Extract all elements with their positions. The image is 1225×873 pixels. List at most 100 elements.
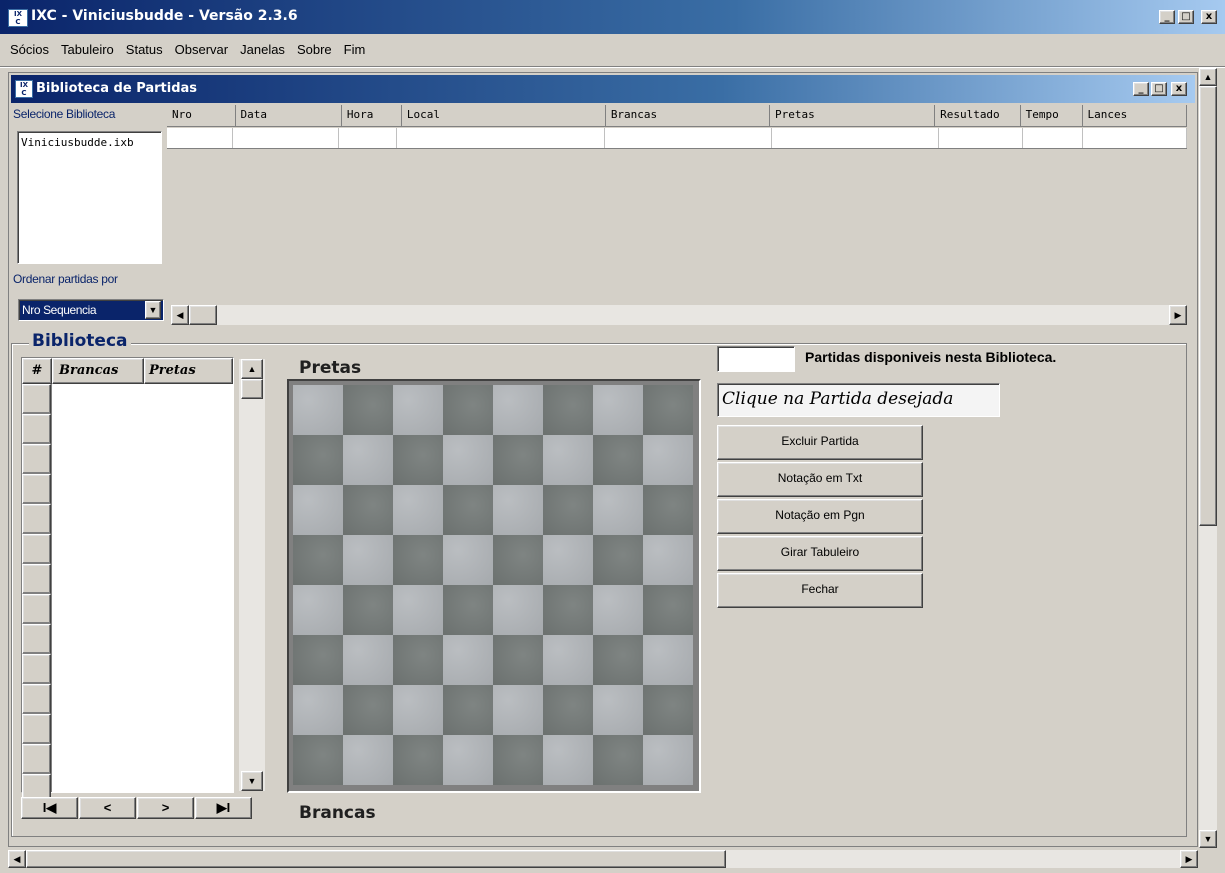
board-square-g5[interactable] xyxy=(593,535,643,585)
board-square-c7[interactable] xyxy=(393,435,443,485)
board-square-a4[interactable] xyxy=(293,585,343,635)
board-square-e3[interactable] xyxy=(493,635,543,685)
h-scroll-thumb[interactable] xyxy=(189,305,217,325)
board-square-d4[interactable] xyxy=(443,585,493,635)
scroll-right-button[interactable]: ▶ xyxy=(1180,850,1198,868)
scroll-right-button[interactable]: ▶ xyxy=(1169,305,1187,325)
table-row[interactable] xyxy=(22,444,51,474)
grid-col-pretas[interactable]: Pretas xyxy=(144,358,233,384)
board-square-c2[interactable] xyxy=(393,685,443,735)
board-square-b3[interactable] xyxy=(343,635,393,685)
table-row[interactable] xyxy=(22,414,51,444)
board-square-g2[interactable] xyxy=(593,685,643,735)
board-square-g4[interactable] xyxy=(593,585,643,635)
scroll-up-button[interactable]: ▲ xyxy=(241,359,263,379)
chevron-down-icon[interactable]: ▼ xyxy=(145,301,161,319)
table-row[interactable] xyxy=(22,654,51,684)
col-pretas[interactable]: Pretas xyxy=(770,105,936,126)
menu-tabuleiro[interactable]: Tabuleiro xyxy=(55,38,120,62)
scroll-thumb[interactable] xyxy=(241,379,263,399)
scroll-down-button[interactable]: ▼ xyxy=(241,771,263,791)
board-square-c6[interactable] xyxy=(393,485,443,535)
pgn-notation-button[interactable]: Notação em Pgn xyxy=(717,499,923,534)
board-square-f7[interactable] xyxy=(543,435,593,485)
close-library-button[interactable]: Fechar xyxy=(717,573,923,608)
grid-col-brancas[interactable]: Brancas xyxy=(52,358,144,384)
board-square-f8[interactable] xyxy=(543,385,593,435)
board-square-f5[interactable] xyxy=(543,535,593,585)
board-square-b5[interactable] xyxy=(343,535,393,585)
board-square-a3[interactable] xyxy=(293,635,343,685)
board-square-f6[interactable] xyxy=(543,485,593,535)
board-square-b1[interactable] xyxy=(343,735,393,785)
table-row[interactable] xyxy=(22,474,51,504)
board-square-d6[interactable] xyxy=(443,485,493,535)
board-square-a7[interactable] xyxy=(293,435,343,485)
col-resultado[interactable]: Resultado xyxy=(935,105,1021,126)
board-square-h3[interactable] xyxy=(643,635,693,685)
board-square-d2[interactable] xyxy=(443,685,493,735)
sort-select[interactable]: Nro Sequencia ▼ xyxy=(18,299,164,321)
board-square-e6[interactable] xyxy=(493,485,543,535)
rotate-board-button[interactable]: Girar Tabuleiro xyxy=(717,536,923,571)
board-square-h4[interactable] xyxy=(643,585,693,635)
games-table-hscrollbar[interactable]: ◀ ▶ xyxy=(171,305,1187,325)
col-hora[interactable]: Hora xyxy=(342,105,402,126)
menu-fim[interactable]: Fim xyxy=(338,38,372,62)
table-row[interactable] xyxy=(22,534,51,564)
board-square-h8[interactable] xyxy=(643,385,693,435)
board-square-d7[interactable] xyxy=(443,435,493,485)
table-row[interactable] xyxy=(22,744,51,774)
scroll-left-button[interactable]: ◀ xyxy=(171,305,189,325)
board-square-c4[interactable] xyxy=(393,585,443,635)
board-square-g1[interactable] xyxy=(593,735,643,785)
col-lances[interactable]: Lances xyxy=(1083,105,1187,126)
board-square-a5[interactable] xyxy=(293,535,343,585)
child-close-button[interactable]: x xyxy=(1171,82,1187,96)
board-square-a8[interactable] xyxy=(293,385,343,435)
board-square-g6[interactable] xyxy=(593,485,643,535)
board-square-e1[interactable] xyxy=(493,735,543,785)
board-square-b8[interactable] xyxy=(343,385,393,435)
board-square-f4[interactable] xyxy=(543,585,593,635)
table-row[interactable] xyxy=(22,564,51,594)
h-scroll-thumb[interactable] xyxy=(26,850,726,868)
board-square-c1[interactable] xyxy=(393,735,443,785)
table-row[interactable] xyxy=(22,594,51,624)
mdi-horizontal-scrollbar[interactable]: ◀ ▶ xyxy=(8,850,1198,868)
board-square-b6[interactable] xyxy=(343,485,393,535)
col-nro[interactable]: Nro xyxy=(167,105,236,126)
mdi-vertical-scrollbar[interactable]: ▲ ▼ xyxy=(1199,68,1217,848)
child-maximize-button[interactable]: □ xyxy=(1151,82,1167,96)
next-game-button[interactable]: > xyxy=(137,797,194,819)
board-square-b7[interactable] xyxy=(343,435,393,485)
minimize-button[interactable]: _ xyxy=(1159,10,1175,24)
board-square-h2[interactable] xyxy=(643,685,693,735)
biblioteca-vscrollbar[interactable]: ▲ ▼ xyxy=(239,359,265,791)
board-square-c8[interactable] xyxy=(393,385,443,435)
board-square-f3[interactable] xyxy=(543,635,593,685)
board-square-a6[interactable] xyxy=(293,485,343,535)
board-square-e7[interactable] xyxy=(493,435,543,485)
child-minimize-button[interactable]: _ xyxy=(1133,82,1149,96)
board-square-g8[interactable] xyxy=(593,385,643,435)
board-square-e5[interactable] xyxy=(493,535,543,585)
board-square-g3[interactable] xyxy=(593,635,643,685)
maximize-button[interactable]: □ xyxy=(1178,10,1194,24)
board-square-d3[interactable] xyxy=(443,635,493,685)
board-square-d1[interactable] xyxy=(443,735,493,785)
menu-janelas[interactable]: Janelas xyxy=(234,38,291,62)
board-square-e2[interactable] xyxy=(493,685,543,735)
scroll-left-button[interactable]: ◀ xyxy=(8,850,26,868)
col-tempo[interactable]: Tempo xyxy=(1021,105,1083,126)
menu-status[interactable]: Status xyxy=(120,38,169,62)
close-button[interactable]: x xyxy=(1201,10,1217,24)
board-square-e4[interactable] xyxy=(493,585,543,635)
col-local[interactable]: Local xyxy=(402,105,606,126)
board-square-d5[interactable] xyxy=(443,535,493,585)
board-square-f1[interactable] xyxy=(543,735,593,785)
scroll-thumb[interactable] xyxy=(1199,86,1217,526)
previous-game-button[interactable]: < xyxy=(79,797,136,819)
board-square-h6[interactable] xyxy=(643,485,693,535)
board-square-d8[interactable] xyxy=(443,385,493,435)
